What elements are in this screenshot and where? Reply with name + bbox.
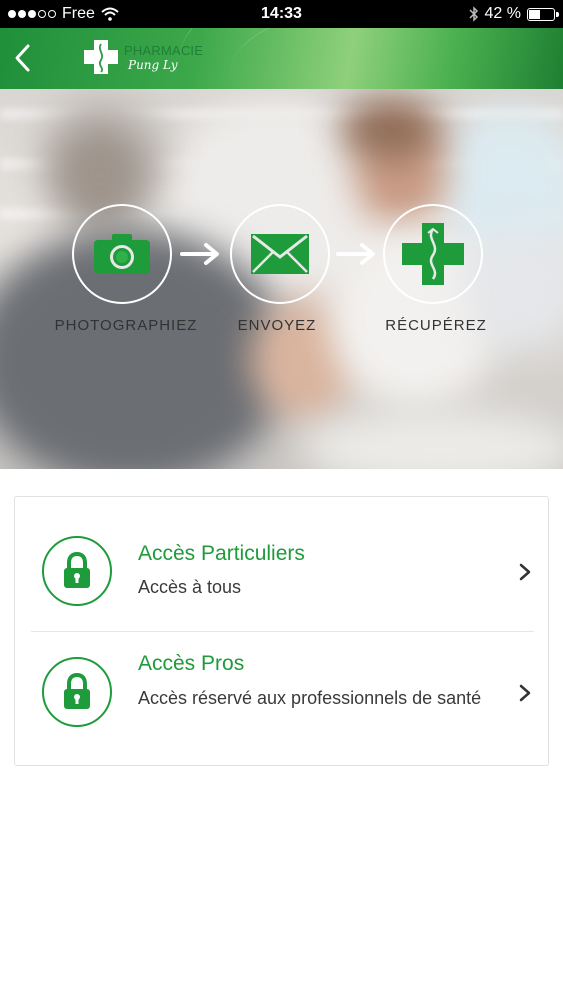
access-title-pros: Accès Pros bbox=[138, 652, 245, 675]
arrow-right-icon bbox=[336, 243, 375, 265]
access-card: Accès Particuliers Accès à tous Accès Pr… bbox=[14, 496, 549, 766]
lock-icon bbox=[42, 536, 112, 606]
lock-icon bbox=[42, 657, 112, 727]
status-bar: Free 14:33 42 % bbox=[0, 0, 563, 28]
access-subtitle-pros: Accès réservé aux professionnels de sant… bbox=[138, 688, 482, 708]
access-title-particuliers: Accès Particuliers bbox=[138, 542, 305, 565]
step-label-send: ENVOYEZ bbox=[237, 317, 317, 334]
step-label-retrieve: RÉCUPÉREZ bbox=[385, 317, 487, 334]
logo-subtitle: Pung Ly bbox=[128, 57, 178, 72]
wifi-icon bbox=[101, 7, 119, 21]
step-photograph bbox=[72, 204, 172, 304]
step-retrieve bbox=[383, 204, 483, 304]
camera-icon bbox=[94, 234, 150, 274]
chevron-left-icon[interactable] bbox=[8, 40, 38, 76]
chevron-right-icon bbox=[519, 563, 531, 581]
carrier-name: Free bbox=[62, 5, 95, 22]
battery-percentage: 42 % bbox=[484, 5, 521, 22]
access-item-pros[interactable]: Accès Pros Accès réservé aux professionn… bbox=[15, 632, 548, 767]
battery-icon bbox=[527, 7, 559, 21]
logo-title: PHARMACIE bbox=[124, 42, 204, 58]
pharmacy-cross-icon bbox=[402, 223, 464, 285]
access-subtitle-particuliers: Accès à tous bbox=[138, 577, 242, 597]
chevron-right-icon bbox=[519, 684, 531, 702]
arrow-right-icon bbox=[180, 243, 219, 265]
bluetooth-icon bbox=[469, 6, 478, 22]
pharmacy-logo: PHARMACIE Pung Ly bbox=[82, 38, 203, 76]
envelope-icon bbox=[251, 234, 309, 274]
hero-banner: PHOTOGRAPHIEZ ENVOYEZ RÉCUPÉREZ bbox=[0, 89, 563, 469]
app-header: PHARMACIE Pung Ly bbox=[0, 28, 563, 89]
access-item-particuliers[interactable]: Accès Particuliers Accès à tous bbox=[15, 497, 548, 632]
step-send bbox=[230, 204, 330, 304]
pharmacy-cross-icon bbox=[84, 40, 118, 74]
signal-strength-icon bbox=[8, 10, 56, 18]
